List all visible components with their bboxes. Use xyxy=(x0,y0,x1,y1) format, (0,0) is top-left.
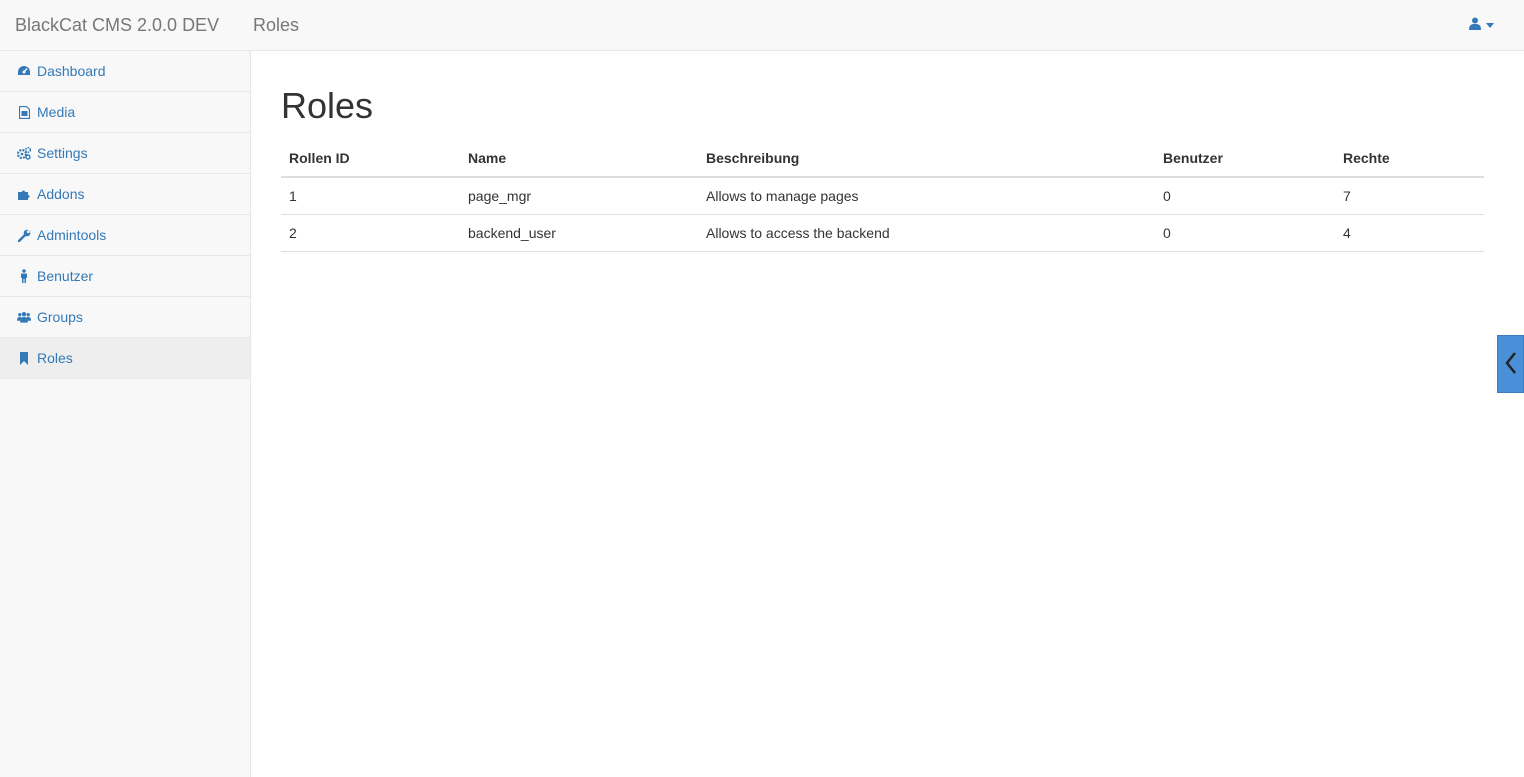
side-panel-toggle-button[interactable] xyxy=(1497,335,1524,393)
bookmark-icon xyxy=(17,351,31,365)
cell-permission-count: 4 xyxy=(1335,214,1484,252)
sidebar-item-label: Admintools xyxy=(37,227,107,243)
top-navbar: BlackCat CMS 2.0.0 DEV Roles xyxy=(0,0,1524,51)
user-menu-toggle[interactable] xyxy=(1469,16,1494,34)
sidebar-item-settings[interactable]: Settings xyxy=(0,133,250,174)
cell-role-id: 1 xyxy=(281,177,460,215)
cell-permission-count: 7 xyxy=(1335,177,1484,215)
sidebar-item-dashboard[interactable]: Dashboard xyxy=(0,51,250,92)
sidebar-item-addons[interactable]: Addons xyxy=(0,174,250,215)
roles-table: Rollen ID Name Beschreibung Benutzer Rec… xyxy=(281,139,1484,252)
page-title: Roles xyxy=(281,85,374,126)
brand-link[interactable]: BlackCat CMS 2.0.0 DEV xyxy=(15,15,219,35)
cell-role-id: 2 xyxy=(281,214,460,252)
file-image-icon xyxy=(17,105,31,119)
sidebar-item-benutzer[interactable]: Benutzer xyxy=(0,256,250,297)
dashboard-icon xyxy=(17,64,31,78)
nav-page-title[interactable]: Roles xyxy=(253,15,299,35)
sidebar-item-label: Groups xyxy=(37,309,83,325)
sidebar-item-label: Dashboard xyxy=(37,63,106,79)
sidebar-item-roles[interactable]: Roles xyxy=(0,338,250,379)
column-header-beschreibung[interactable]: Beschreibung xyxy=(698,139,1155,178)
user-icon xyxy=(1469,17,1481,33)
caret-down-icon xyxy=(1486,22,1494,28)
sidebar-item-label: Settings xyxy=(37,145,88,161)
column-header-name[interactable]: Name xyxy=(460,139,698,178)
sidebar-item-label: Media xyxy=(37,104,76,120)
sidebar: Dashboard Media Settings Addons Admintoo… xyxy=(0,51,251,777)
sidebar-item-label: Benutzer xyxy=(37,268,94,284)
cell-role-name: backend_user xyxy=(460,214,698,252)
table-row[interactable]: 1 page_mgr Allows to manage pages 0 7 xyxy=(281,177,1484,215)
sidebar-item-label: Roles xyxy=(37,350,73,366)
gears-icon xyxy=(17,146,31,160)
table-row[interactable]: 2 backend_user Allows to access the back… xyxy=(281,214,1484,252)
puzzle-icon xyxy=(17,187,31,201)
table-header-row: Rollen ID Name Beschreibung Benutzer Rec… xyxy=(281,139,1484,178)
cell-role-description: Allows to manage pages xyxy=(698,177,1155,215)
column-header-rechte[interactable]: Rechte xyxy=(1335,139,1484,178)
column-header-rollen-id[interactable]: Rollen ID xyxy=(281,139,460,178)
cell-role-description: Allows to access the backend xyxy=(698,214,1155,252)
sidebar-item-admintools[interactable]: Admintools xyxy=(0,215,250,256)
chevron-left-icon xyxy=(1504,351,1518,378)
wrench-icon xyxy=(17,228,31,242)
main-content: Roles Rollen ID Name Beschreibung Benutz… xyxy=(281,51,1484,252)
sidebar-item-label: Addons xyxy=(37,186,85,202)
column-header-benutzer[interactable]: Benutzer xyxy=(1155,139,1335,178)
sidebar-item-groups[interactable]: Groups xyxy=(0,297,250,338)
cell-role-name: page_mgr xyxy=(460,177,698,215)
sidebar-item-media[interactable]: Media xyxy=(0,92,250,133)
cell-user-count: 0 xyxy=(1155,214,1335,252)
users-icon xyxy=(17,310,31,324)
person-icon xyxy=(17,269,31,283)
cell-user-count: 0 xyxy=(1155,177,1335,215)
